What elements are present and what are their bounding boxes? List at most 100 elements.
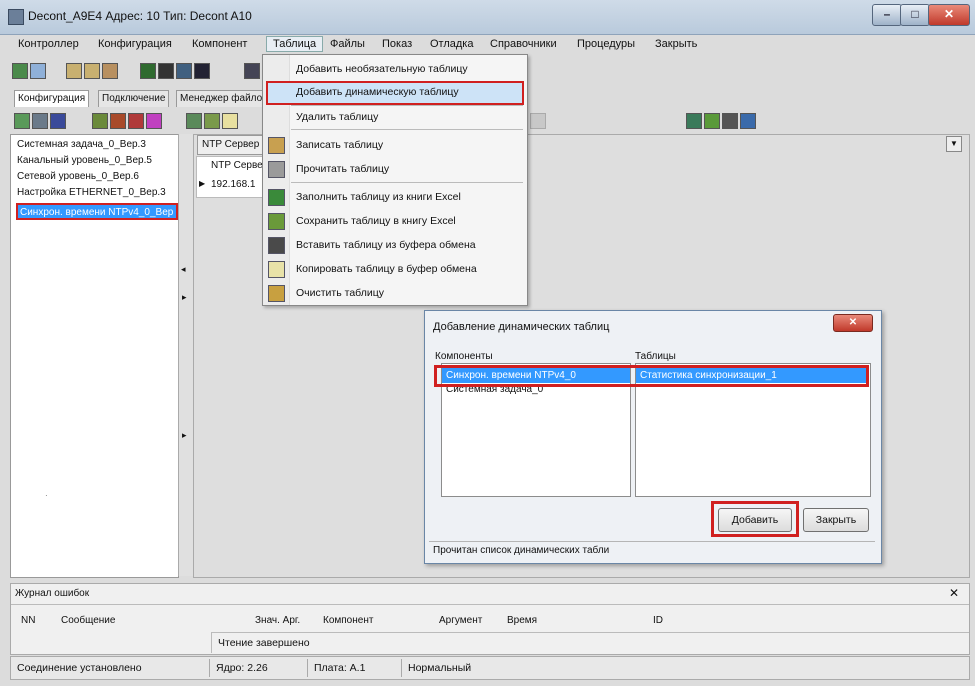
row-pointer-icon: ▶ — [199, 179, 206, 188]
menu-item-copy-clipboard[interactable]: Копировать таблицу в буфер обмена — [296, 263, 477, 275]
dialog-close-button[interactable]: ✕ — [833, 314, 873, 332]
excel-save-icon[interactable] — [204, 113, 220, 129]
column-header: Компонент — [323, 615, 374, 626]
disabled-tool-icon — [530, 113, 546, 129]
connect-icon[interactable] — [140, 63, 156, 79]
menu-item-add-optional[interactable]: Добавить необязательную таблицу — [296, 63, 468, 75]
column-header: NN — [21, 615, 36, 626]
menu-item-paste-clipboard[interactable]: Вставить таблицу из буфера обмена — [296, 239, 476, 251]
close-window-button[interactable]: ✕ — [928, 4, 970, 26]
tab-file-manager[interactable]: Менеджер файлов — [176, 90, 270, 107]
window-title: Decont_A9E4 Адрес: 10 Тип: Decont A10 — [28, 9, 252, 23]
tab-configuration[interactable]: Конфигурация — [14, 90, 90, 107]
tree-item[interactable]: Сетевой уровень_0_Вер.6 — [17, 171, 139, 182]
panel-splitter[interactable]: ◂ ▸ ▸ — [178, 134, 194, 576]
menu-item-fill-from-excel[interactable]: Заполнить таблицу из книги Excel — [296, 191, 461, 203]
menu-controller[interactable]: Контроллер — [18, 38, 79, 50]
open-config-icon[interactable] — [30, 63, 46, 79]
clear-icon[interactable] — [128, 113, 144, 129]
clear-table-icon — [268, 285, 285, 302]
save-config-icon[interactable] — [12, 63, 28, 79]
title-bar: Decont_A9E4 Адрес: 10 Тип: Decont A10 – … — [0, 0, 975, 35]
components-label: Компоненты — [435, 351, 493, 362]
menu-component[interactable]: Компонент — [192, 38, 247, 50]
write-table-icon — [268, 137, 285, 154]
main-toolbar — [10, 60, 270, 82]
menu-configuration[interactable]: Конфигурация — [98, 38, 172, 50]
log-status-message: Чтение завершено — [211, 632, 969, 653]
menu-item-read-table[interactable]: Прочитать таблицу — [296, 163, 389, 175]
add-button[interactable]: Добавить — [718, 508, 792, 532]
connection-status: Соединение установлено — [17, 662, 142, 674]
column-header: Знач. Арг. — [255, 615, 301, 626]
menu-references[interactable]: Справочники — [490, 38, 557, 50]
collapse-left-icon[interactable]: ◂ — [181, 264, 186, 275]
tree-item[interactable]: Системная задача_0_Вер.3 — [17, 139, 146, 150]
menu-bar: Контроллер Конфигурация Компонент Таблиц… — [10, 36, 970, 54]
compare-icon[interactable] — [102, 63, 118, 79]
table-cell[interactable]: 192.168.1 — [211, 179, 256, 190]
excel-fill-icon — [268, 189, 285, 206]
network-icon[interactable] — [686, 113, 702, 129]
column-header: Время — [507, 615, 538, 626]
read-table-icon — [268, 161, 285, 178]
monitor-icon[interactable] — [176, 63, 192, 79]
chart-icon[interactable] — [740, 113, 756, 129]
terminal-icon[interactable] — [194, 63, 210, 79]
column-header: NTP Серве — [211, 160, 263, 171]
paste-icon[interactable] — [222, 113, 238, 129]
copy-icon — [268, 261, 285, 278]
menu-item-clear-table[interactable]: Очистить таблицу — [296, 287, 384, 299]
status-bar: Соединение установлено Ядро: 2.26 Плата:… — [10, 656, 970, 680]
write-icon[interactable] — [110, 113, 126, 129]
read-icon[interactable] — [92, 113, 108, 129]
edit-component-icon[interactable] — [32, 113, 48, 129]
device-icon[interactable] — [244, 63, 260, 79]
tree-item[interactable]: Канальный уровень_0_Вер.5 — [17, 155, 152, 166]
tab-connection[interactable]: Подключение — [98, 90, 170, 107]
close-dialog-button[interactable]: Закрыть — [803, 508, 869, 532]
info-icon[interactable] — [50, 113, 66, 129]
menu-procedures[interactable]: Процедуры — [577, 38, 635, 50]
expand-right-icon[interactable]: ▸ — [182, 292, 187, 303]
download-icon[interactable] — [84, 63, 100, 79]
chevron-down-icon[interactable]: ▼ — [946, 136, 962, 152]
add-dynamic-tables-dialog: Добавление динамических таблиц ✕ Компоне… — [424, 310, 882, 564]
menu-table[interactable]: Таблица — [266, 36, 324, 52]
menu-close[interactable]: Закрыть — [655, 38, 697, 50]
component-tree: Системная задача_0_Вер.3 Канальный урове… — [10, 134, 179, 578]
divider — [11, 604, 969, 605]
menu-debug[interactable]: Отладка — [430, 38, 473, 50]
menu-show[interactable]: Показ — [382, 38, 412, 50]
error-log-title: Журнал ошибок — [15, 588, 90, 599]
printer-icon[interactable] — [158, 63, 174, 79]
menu-item-save-to-excel[interactable]: Сохранить таблицу в книгу Excel — [296, 215, 456, 227]
excel-icon[interactable] — [186, 113, 202, 129]
tree-item[interactable]: Настройка ETHERNET_0_Вер.3 — [17, 187, 166, 198]
column-header: Сообщение — [61, 615, 116, 626]
menu-separator — [291, 105, 523, 106]
print-icon[interactable] — [722, 113, 738, 129]
menu-item-add-dynamic[interactable]: Добавить динамическую таблицу — [296, 86, 459, 98]
tree-item-selected[interactable]: Синхрон. времени NTPv4_0_Вер — [16, 203, 178, 220]
tree-icon[interactable] — [704, 113, 720, 129]
error-log-panel: Журнал ошибок ✕ NN Сообщение Знач. Арг. … — [10, 583, 970, 655]
table-menu-dropdown: Добавить необязательную таблицу Добавить… — [262, 54, 528, 306]
menu-item-write-table[interactable]: Записать таблицу — [296, 139, 383, 151]
run-icon[interactable] — [146, 113, 162, 129]
maximize-button[interactable]: □ — [900, 4, 930, 26]
column-header: ID — [653, 615, 663, 626]
upload-icon[interactable] — [66, 63, 82, 79]
expand-right-icon[interactable]: ▸ — [182, 430, 187, 441]
ntp-table: NTP Серве ▶ 192.168.1 — [196, 156, 268, 198]
dialog-title: Добавление динамических таблиц — [433, 321, 610, 333]
menu-item-delete-table[interactable]: Удалить таблицу — [296, 111, 378, 123]
add-component-icon[interactable] — [14, 113, 30, 129]
menu-separator — [291, 129, 523, 130]
paste-icon — [268, 237, 285, 254]
board-version: Плата: A.1 — [307, 659, 400, 677]
menu-separator — [291, 182, 523, 183]
menu-files[interactable]: Файлы — [330, 38, 365, 50]
minimize-button[interactable]: – — [872, 4, 902, 26]
close-icon[interactable]: ✕ — [949, 586, 959, 600]
